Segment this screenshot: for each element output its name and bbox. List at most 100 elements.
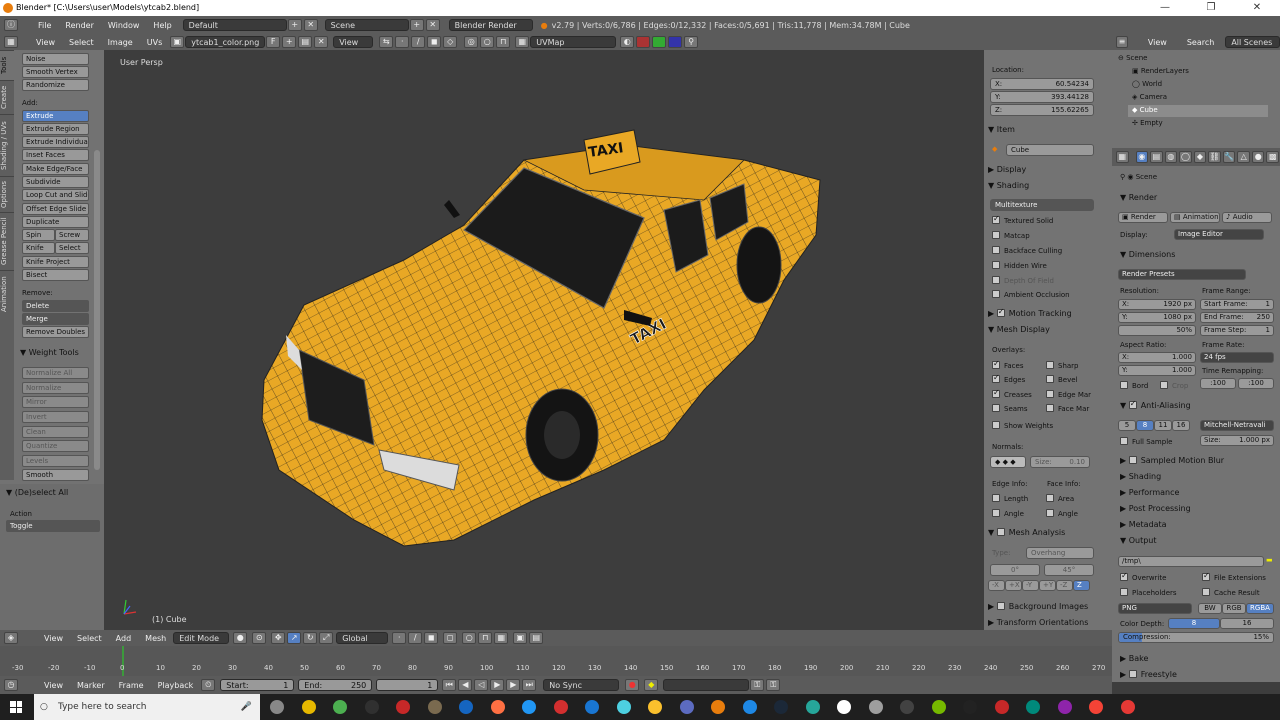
app-icon[interactable]	[616, 700, 631, 714]
jump-end-icon[interactable]: ⏭	[522, 679, 537, 691]
green-channel-icon[interactable]	[652, 36, 667, 48]
axis-neg-z-button[interactable]: -Z	[1056, 580, 1073, 591]
edge-mark-checkbox[interactable]: Edge Mar	[1046, 390, 1091, 399]
menu-image[interactable]: Image	[101, 38, 140, 47]
menu-uvs[interactable]: UVs	[140, 38, 170, 47]
background-images-header[interactable]: ▶ Background Images	[988, 602, 1108, 611]
end-frame-field[interactable]: End: 250	[298, 679, 373, 691]
scene-select[interactable]: Scene	[324, 19, 409, 31]
frame-step-field[interactable]: Frame Step: 1	[1200, 325, 1274, 336]
uv-sync-icon[interactable]: ⇆	[379, 36, 394, 48]
task-view-icon[interactable]	[270, 700, 284, 714]
delete-menu[interactable]: Delete	[22, 300, 89, 312]
uvmap-select[interactable]: UVMap	[530, 36, 617, 48]
menu-view[interactable]: View	[37, 634, 70, 643]
world-tab-icon[interactable]: ◯	[1179, 151, 1192, 163]
knife-select-button[interactable]: Select	[55, 242, 89, 254]
render-audio-button[interactable]: ♪ Audio	[1222, 212, 1272, 223]
render-engine-select[interactable]: Blender Render	[448, 19, 533, 31]
menu-add[interactable]: Add	[109, 634, 139, 643]
add-scene-button[interactable]: +	[409, 19, 424, 31]
app-icon[interactable]	[868, 700, 883, 714]
filezilla-icon[interactable]	[994, 700, 1009, 714]
outliner-type-icon[interactable]: ≡	[1116, 36, 1128, 48]
edge-angle-checkbox[interactable]: Angle	[992, 509, 1024, 518]
prev-key-icon[interactable]: ◀	[458, 679, 473, 691]
normals-size-field[interactable]: Size: 0.10	[1030, 456, 1090, 468]
vertex-select-icon[interactable]: ·	[395, 36, 410, 48]
fake-user-button[interactable]: F	[266, 36, 281, 48]
clean-button[interactable]: Clean	[22, 426, 89, 438]
close-button[interactable]: ✕	[1234, 0, 1280, 16]
display-panel-header[interactable]: ▶ Display	[988, 165, 1108, 174]
compression-slider[interactable]: Compression: 15%	[1118, 632, 1274, 643]
delete-keyframe-icon[interactable]: ⚿	[766, 679, 781, 691]
render-panel-header[interactable]: ▼ Render	[1120, 193, 1157, 202]
mode-select[interactable]: Edit Mode	[173, 632, 230, 644]
viewport-shading-icon[interactable]: ●	[233, 632, 248, 644]
play-icon[interactable]: ▶	[490, 679, 505, 691]
nvidia-icon[interactable]	[931, 700, 946, 714]
location-x-field[interactable]: X: 60.54234	[990, 78, 1094, 90]
snap-toggle-icon[interactable]: ⊓	[478, 632, 493, 644]
depth-of-field-checkbox[interactable]: Depth Of Field	[992, 276, 1054, 285]
aa-samples-11[interactable]: 11	[1154, 420, 1172, 431]
menu-view[interactable]: View	[29, 38, 62, 47]
smooth-vertex-button[interactable]: Smooth Vertex	[22, 66, 89, 78]
folder-icon[interactable]	[301, 700, 316, 714]
mesh-display-header[interactable]: ▼ Mesh Display	[988, 325, 1108, 334]
extrude-region-button[interactable]: Extrude Region	[22, 123, 89, 135]
faces-checkbox[interactable]: Faces	[992, 359, 1023, 370]
editor-type-icon[interactable]: ◈	[4, 632, 18, 644]
data-tab-icon[interactable]: △	[1237, 151, 1250, 163]
face-select-mode-icon[interactable]: ◼	[424, 632, 439, 644]
time-remap-new-field[interactable]: :100	[1238, 378, 1274, 389]
constraints-tab-icon[interactable]: ⛓	[1208, 151, 1221, 163]
merge-menu[interactable]: Merge	[22, 313, 89, 325]
axis-pos-y-button[interactable]: +Y	[1039, 580, 1056, 591]
color-depth-8[interactable]: 8	[1168, 618, 1220, 629]
proportional-edit-icon[interactable]: ○	[462, 632, 477, 644]
creases-checkbox[interactable]: Creases	[992, 388, 1032, 399]
pin-icon[interactable]: ⚲	[684, 36, 699, 48]
face-mark-checkbox[interactable]: Face Mar	[1046, 404, 1089, 413]
border-checkbox[interactable]: Bord	[1120, 381, 1148, 390]
menu-frame[interactable]: Frame	[112, 681, 151, 690]
sharp-checkbox[interactable]: Sharp	[1046, 361, 1079, 370]
render-animation-button[interactable]: ▤ Animation	[1170, 212, 1220, 223]
manipulator-icon[interactable]: ✥	[271, 632, 286, 644]
screen-layout-select[interactable]: Default	[182, 19, 287, 31]
tab-shading-uvs[interactable]: Shading / UVs	[0, 114, 14, 176]
inset-faces-button[interactable]: Inset Faces	[22, 149, 89, 161]
action-select[interactable]: Toggle	[6, 520, 100, 532]
duplicate-button[interactable]: Duplicate	[22, 216, 89, 228]
file-extensions-checkbox[interactable]: File Extensions	[1202, 571, 1266, 582]
object-tab-icon[interactable]: ◆	[1193, 151, 1207, 163]
microphone-icon[interactable]: 🎤	[241, 694, 252, 720]
length-checkbox[interactable]: Length	[992, 494, 1028, 503]
opengl-render-icon[interactable]: ▣	[513, 632, 528, 644]
edges-checkbox[interactable]: Edges	[992, 373, 1025, 384]
overhang-max-field[interactable]: 45°	[1044, 564, 1094, 576]
tab-grease-pencil[interactable]: Grease Pencil	[0, 212, 14, 270]
gimp-icon[interactable]	[427, 700, 442, 714]
aa-size-field[interactable]: Size: 1.000 px	[1200, 435, 1274, 446]
render-display-select[interactable]: Image Editor	[1174, 229, 1264, 240]
steam-icon[interactable]	[774, 700, 788, 714]
notepad-icon[interactable]	[805, 700, 820, 714]
bisect-button[interactable]: Bisect	[22, 269, 89, 281]
current-frame-field[interactable]: 1	[376, 679, 439, 691]
edge-select-mode-icon[interactable]: /	[408, 632, 423, 644]
backface-culling-checkbox[interactable]: Backface Culling	[992, 246, 1062, 255]
terminal-icon[interactable]	[963, 700, 977, 714]
limit-selection-icon[interactable]: ◻	[443, 632, 458, 644]
textured-solid-checkbox[interactable]: Textured Solid	[992, 214, 1053, 225]
motion-blur-header[interactable]: ▶ Sampled Motion Blur	[1120, 456, 1224, 465]
shading-mode-select[interactable]: Multitexture	[990, 199, 1094, 211]
editor-type-icon[interactable]: ◷	[4, 679, 18, 691]
menu-render[interactable]: Render	[58, 21, 100, 30]
normals-display-icons[interactable]: ◆ ◆ ◆	[990, 456, 1026, 468]
red-channel-icon[interactable]	[636, 36, 651, 48]
vertex-select-mode-icon[interactable]: ·	[392, 632, 407, 644]
unlink-image-button[interactable]: ✕	[314, 36, 329, 48]
